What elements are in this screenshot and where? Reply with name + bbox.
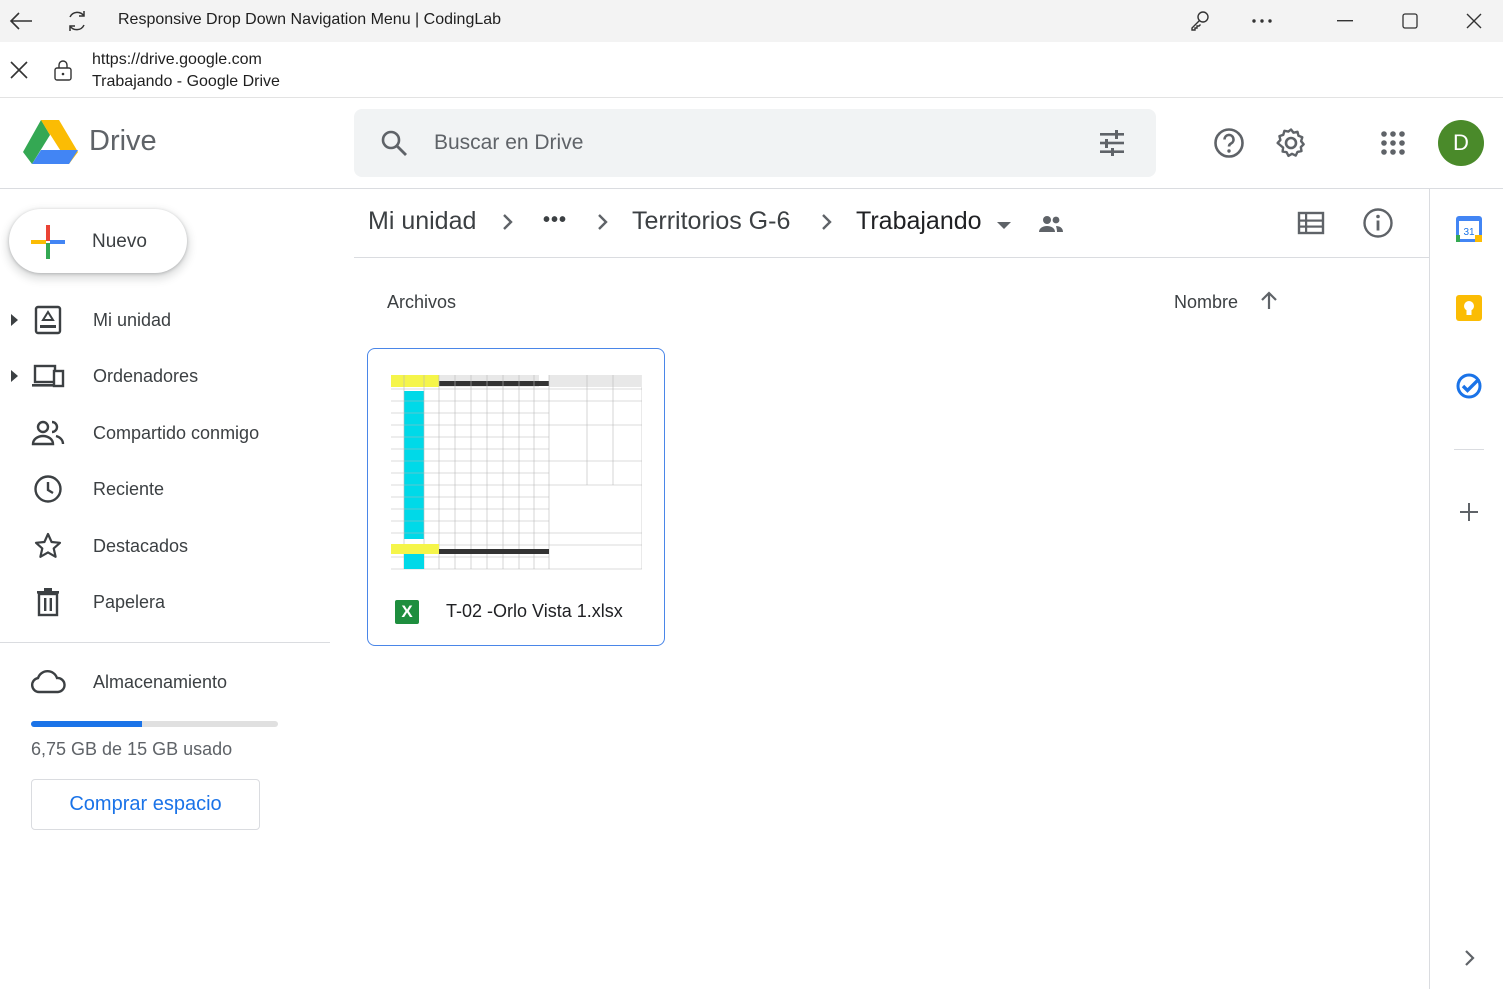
- settings-gear-icon[interactable]: [1273, 125, 1309, 161]
- storage-usage-text: 6,75 GB de 15 GB usado: [31, 739, 233, 759]
- drive-logo-icon[interactable]: [22, 118, 78, 166]
- arrow-up-icon[interactable]: [1258, 290, 1280, 317]
- content-divider: [354, 257, 1429, 258]
- my-drive-icon: [30, 304, 66, 336]
- tasks-icon[interactable]: [1454, 371, 1484, 401]
- calendar-day: 31: [1463, 227, 1475, 238]
- apps-grid-icon[interactable]: [1375, 125, 1411, 161]
- close-icon[interactable]: [9, 60, 29, 85]
- sidebar-item-recent[interactable]: Reciente: [0, 467, 330, 511]
- address-bar: https://drive.google.com Trabajando - Go…: [0, 42, 1503, 98]
- sidebar-item-label: Almacenamiento: [93, 672, 228, 692]
- list-view-icon[interactable]: [1297, 210, 1325, 241]
- window-title: Responsive Drop Down Navigation Menu | C…: [118, 11, 502, 28]
- sidebar-item-label: Papelera: [93, 592, 166, 612]
- sidebar-item-label: Mi unidad: [93, 310, 172, 330]
- minimize-icon[interactable]: [1330, 6, 1360, 36]
- chevron-right-icon: [501, 212, 515, 237]
- info-icon[interactable]: [1362, 207, 1394, 244]
- back-arrow-icon[interactable]: [6, 6, 36, 36]
- brand-name[interactable]: Drive: [89, 125, 157, 158]
- sidebar-item-computers[interactable]: Ordenadores: [0, 354, 330, 398]
- key-icon[interactable]: [1185, 6, 1215, 36]
- sidebar-item-starred[interactable]: Destacados: [0, 524, 330, 568]
- file-card[interactable]: X T-02 -Orlo Vista 1.xlsx: [367, 348, 665, 646]
- drive-header: Drive D: [0, 99, 1503, 189]
- search-options-icon[interactable]: [1098, 129, 1126, 162]
- plus-icon: [29, 223, 67, 266]
- people-icon: [30, 417, 66, 449]
- side-panel: 31: [1429, 189, 1503, 989]
- lock-icon: [53, 58, 73, 87]
- sidebar-item-my-drive[interactable]: Mi unidad: [0, 298, 330, 342]
- window-titlebar: Responsive Drop Down Navigation Menu | C…: [0, 0, 1503, 42]
- files-section-label: Archivos: [387, 292, 457, 312]
- expand-caret-icon[interactable]: [10, 313, 20, 332]
- trash-icon: [30, 586, 66, 618]
- refresh-icon[interactable]: [62, 6, 92, 36]
- buy-storage-button[interactable]: Comprar espacio: [31, 779, 260, 830]
- breadcrumb-parent[interactable]: Territorios G-6: [632, 207, 790, 236]
- maximize-icon[interactable]: [1395, 6, 1425, 36]
- add-addon-plus-icon[interactable]: [1454, 497, 1484, 527]
- chevron-right-icon: [820, 212, 834, 237]
- computers-icon: [30, 360, 66, 392]
- more-options-icon[interactable]: [1247, 6, 1277, 36]
- side-panel-divider: [1454, 449, 1484, 450]
- search-icon[interactable]: [380, 129, 408, 162]
- calendar-icon[interactable]: 31: [1454, 214, 1484, 244]
- cloud-icon: [30, 666, 66, 698]
- search-input[interactable]: [434, 123, 1074, 163]
- breadcrumb-current[interactable]: Trabajando: [856, 207, 982, 236]
- breadcrumb-more[interactable]: •••: [543, 209, 567, 232]
- sidebar-item-storage[interactable]: Almacenamiento: [0, 660, 330, 704]
- close-window-icon[interactable]: [1459, 6, 1489, 36]
- excel-file-icon: X: [395, 600, 419, 624]
- sidebar-item-shared-with-me[interactable]: Compartido conmigo: [0, 411, 330, 455]
- sort-by-label[interactable]: Nombre: [1174, 292, 1238, 313]
- sidebar-item-label: Ordenadores: [93, 366, 199, 386]
- sidebar-item-trash[interactable]: Papelera: [0, 580, 330, 624]
- account-avatar[interactable]: D: [1438, 120, 1484, 166]
- chevron-right-icon[interactable]: [1454, 943, 1484, 973]
- sidebar-item-label: Reciente: [93, 479, 165, 499]
- keep-icon[interactable]: [1454, 293, 1484, 323]
- chevron-right-icon: [596, 212, 610, 237]
- storage-progress-bar: [31, 721, 278, 727]
- sidebar-item-label: Compartido conmigo: [93, 423, 260, 443]
- page-title: Trabajando - Google Drive: [92, 73, 280, 90]
- clock-icon: [30, 473, 66, 505]
- shared-folder-icon: [1038, 214, 1064, 239]
- spreadsheet-thumbnail: [391, 373, 643, 571]
- url-text[interactable]: https://drive.google.com: [92, 51, 262, 69]
- new-button[interactable]: Nuevo: [9, 209, 187, 273]
- sidebar-item-label: Destacados: [93, 536, 189, 556]
- storage-progress-fill: [31, 721, 143, 727]
- expand-caret-icon[interactable]: [10, 369, 20, 388]
- breadcrumb-root[interactable]: Mi unidad: [368, 207, 476, 236]
- new-button-label: Nuevo: [92, 231, 147, 252]
- help-icon[interactable]: [1211, 125, 1247, 161]
- star-icon: [30, 530, 66, 562]
- sidebar-divider: [0, 642, 330, 643]
- dropdown-arrow-icon[interactable]: [996, 218, 1012, 236]
- file-name: T-02 -Orlo Vista 1.xlsx: [446, 601, 623, 621]
- search-bar[interactable]: [354, 109, 1156, 177]
